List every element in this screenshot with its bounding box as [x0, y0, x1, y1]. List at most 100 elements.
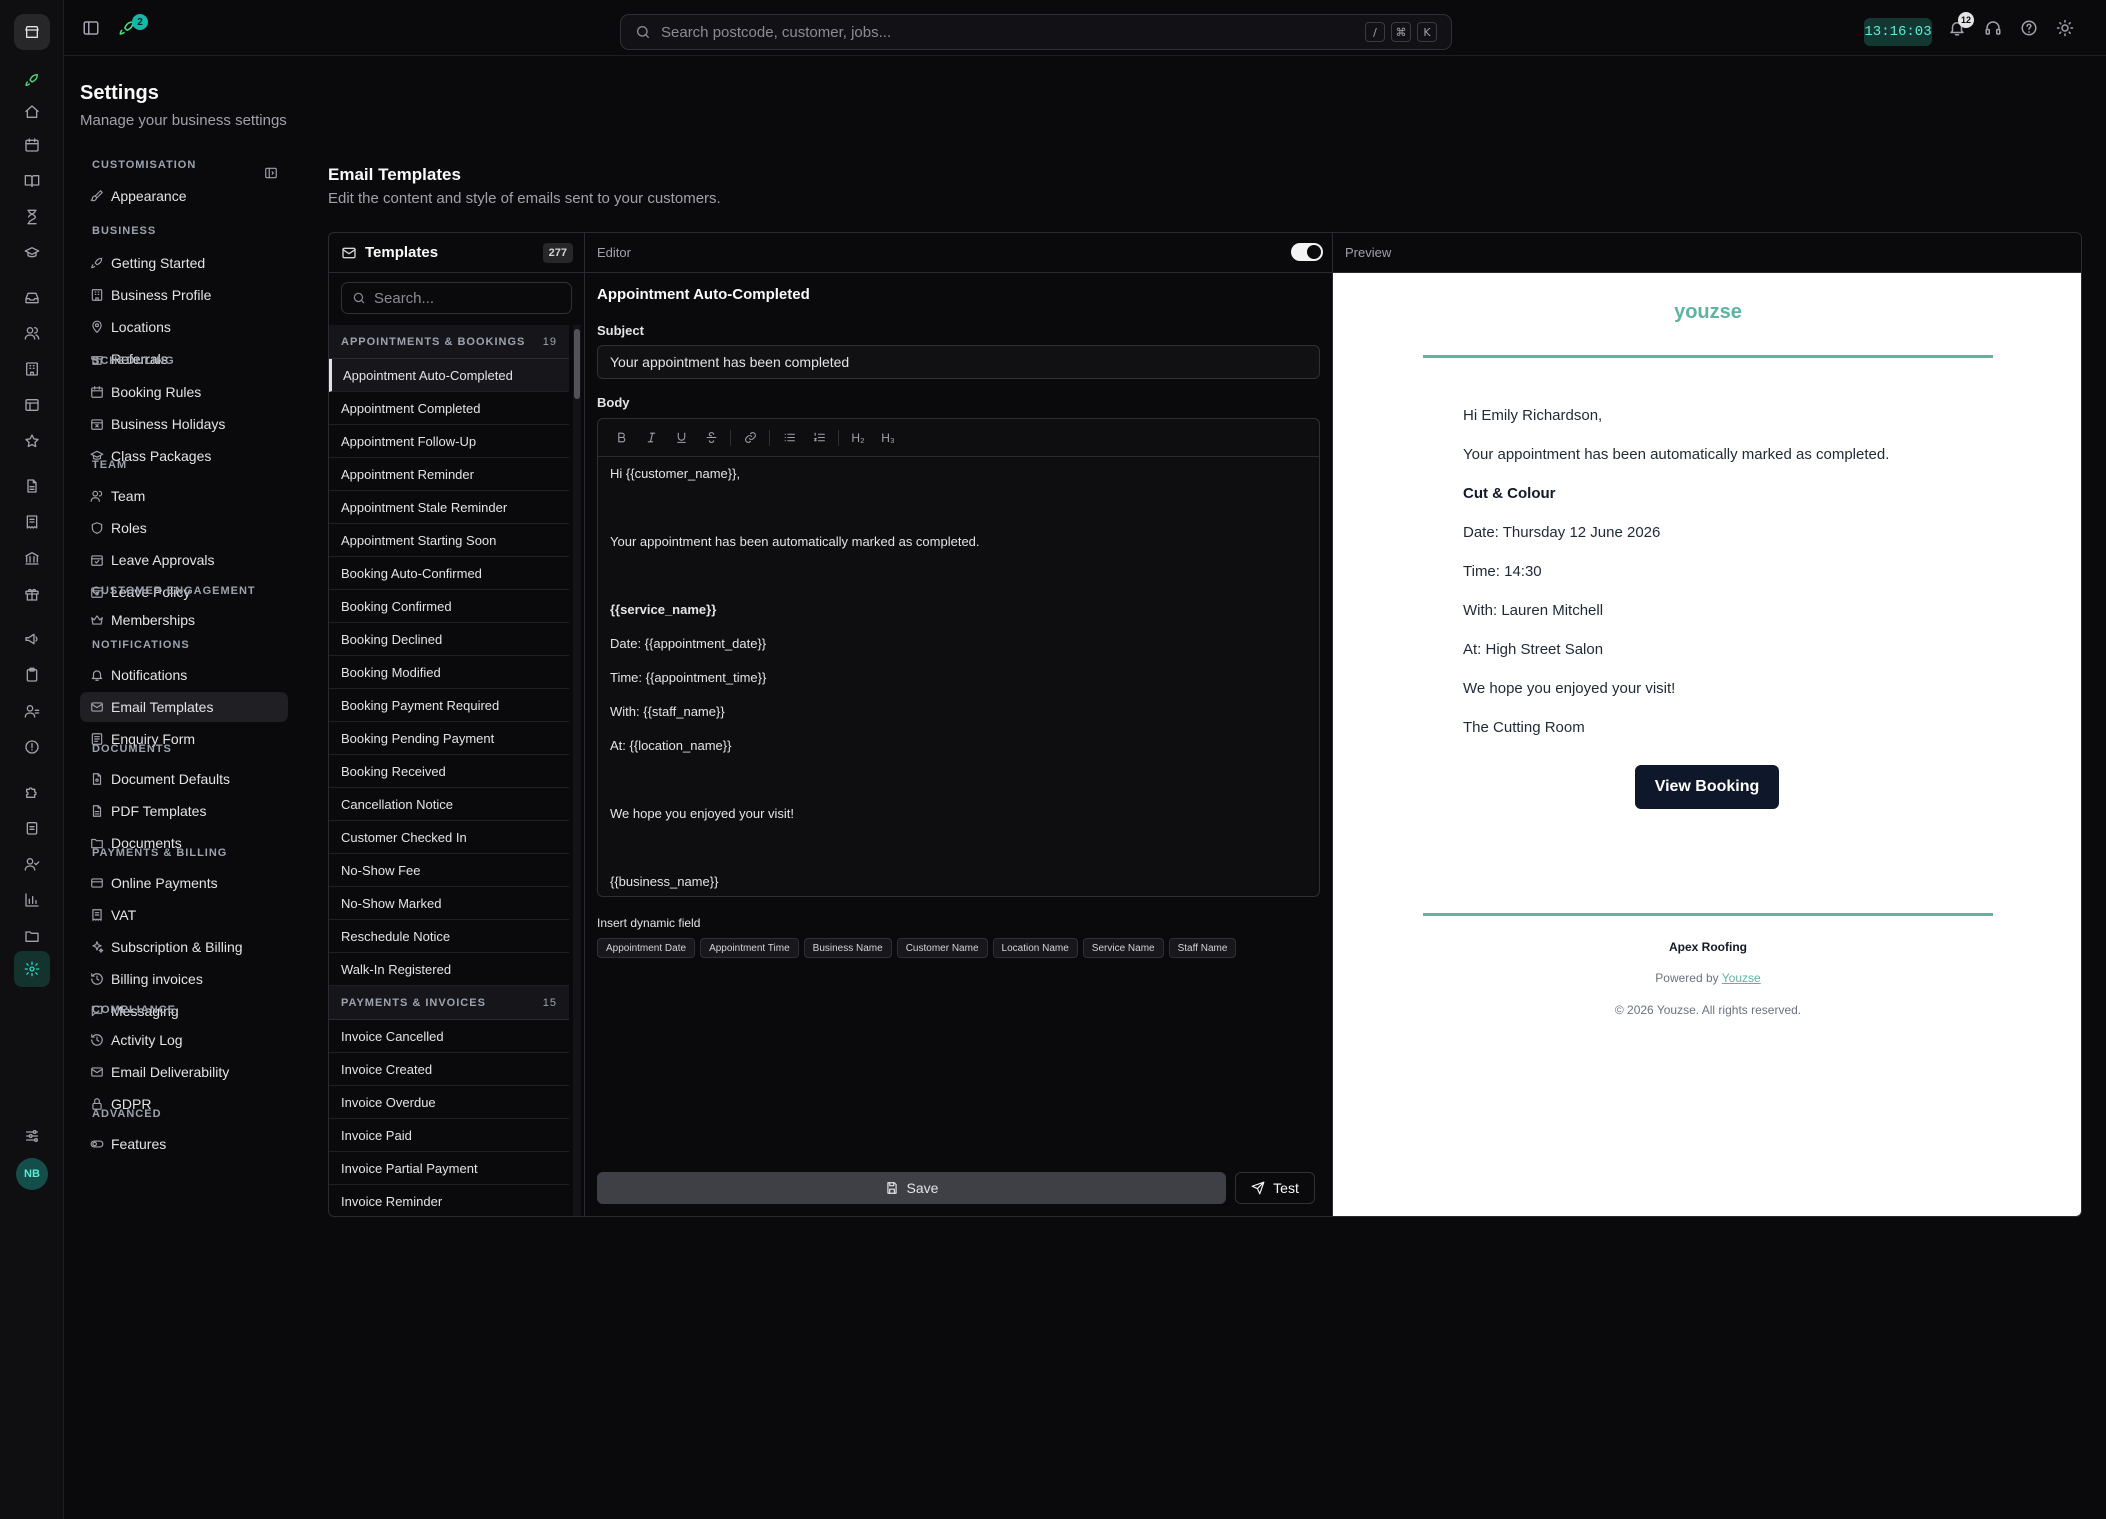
puzzle-icon[interactable] [21, 781, 43, 803]
template-list-item[interactable]: Appointment Follow-Up [329, 425, 569, 458]
gift-icon[interactable] [21, 583, 43, 605]
strikethrough-button[interactable] [696, 425, 726, 451]
bullet-list-button[interactable] [774, 425, 804, 451]
italic-button[interactable] [636, 425, 666, 451]
calendar-icon[interactable] [21, 134, 43, 156]
contacts-icon[interactable] [21, 700, 43, 722]
template-list-item[interactable]: Booking Received [329, 755, 569, 788]
nav-item-document-defaults[interactable]: Document Defaults [80, 764, 288, 794]
template-list-item[interactable]: Appointment Stale Reminder [329, 491, 569, 524]
nav-item-features[interactable]: Features [80, 1129, 288, 1159]
template-list-item[interactable]: Booking Declined [329, 623, 569, 656]
help-icon[interactable] [2020, 19, 2038, 37]
collapse-panel-icon[interactable] [264, 166, 278, 180]
nav-item-vat[interactable]: VAT [80, 900, 288, 930]
nav-item-pdf-templates[interactable]: PDF Templates [80, 796, 288, 826]
subject-input[interactable]: Your appointment has been completed [597, 345, 1320, 379]
nav-item-booking-rules[interactable]: Booking Rules [80, 377, 288, 407]
template-group-header[interactable]: PAYMENTS & INVOICES 15 [329, 986, 569, 1020]
home-icon[interactable] [21, 101, 43, 123]
store-logo-icon[interactable] [14, 14, 50, 50]
nav-item-business-profile[interactable]: Business Profile [80, 280, 288, 310]
dynamic-field-chip[interactable]: Location Name [992, 938, 1078, 958]
nav-item-getting-started[interactable]: Getting Started [80, 248, 288, 278]
sliders-icon[interactable] [21, 1125, 43, 1147]
template-list-item[interactable]: Appointment Starting Soon [329, 524, 569, 557]
save-button[interactable]: Save [597, 1172, 1226, 1204]
template-list-item[interactable]: Cancellation Notice [329, 788, 569, 821]
star-icon[interactable] [21, 430, 43, 452]
dynamic-field-chip[interactable]: Business Name [803, 938, 892, 958]
template-list-item[interactable]: No-Show Fee [329, 854, 569, 887]
nav-item-locations[interactable]: Locations [80, 312, 288, 342]
megaphone-icon[interactable] [21, 628, 43, 650]
body-editor[interactable]: H₂ H₃ Hi {{customer_name}}, Your appoint… [597, 418, 1320, 897]
template-list-item[interactable]: Appointment Reminder [329, 458, 569, 491]
graduation-cap-icon[interactable] [21, 242, 43, 264]
file-icon[interactable] [21, 475, 43, 497]
inbox-icon[interactable] [21, 287, 43, 309]
nav-item-subscription-billing[interactable]: Subscription & Billing [80, 932, 288, 962]
user-check-icon[interactable] [21, 853, 43, 875]
receipt-icon[interactable] [21, 511, 43, 533]
underline-button[interactable] [666, 425, 696, 451]
bank-icon[interactable] [21, 547, 43, 569]
template-list-item[interactable]: Invoice Partial Payment [329, 1152, 569, 1185]
nav-item-team[interactable]: Team [80, 481, 288, 511]
template-list-item[interactable]: Booking Pending Payment [329, 722, 569, 755]
template-search-input[interactable]: Search... [341, 282, 572, 314]
template-list-item[interactable]: No-Show Marked [329, 887, 569, 920]
scrollbar-thumb[interactable] [574, 329, 580, 399]
clipboard-icon[interactable] [21, 664, 43, 686]
nav-item-billing-invoices[interactable]: Billing invoices [80, 964, 288, 994]
nav-item-appearance[interactable]: Appearance [80, 181, 288, 211]
template-list-item[interactable]: Invoice Reminder [329, 1185, 569, 1216]
powered-by-link[interactable]: Youzse [1722, 971, 1761, 985]
hourglass-icon[interactable] [21, 206, 43, 228]
dynamic-field-chip[interactable]: Appointment Time [700, 938, 799, 958]
link-button[interactable] [735, 425, 765, 451]
building-icon[interactable] [21, 358, 43, 380]
nav-item-business-holidays[interactable]: Business Holidays [80, 409, 288, 439]
nav-item-activity-log[interactable]: Activity Log [80, 1025, 288, 1055]
dynamic-field-chip[interactable]: Appointment Date [597, 938, 696, 958]
rocket-icon[interactable] [21, 69, 43, 91]
theme-sun-icon[interactable] [2056, 19, 2074, 37]
template-list-item[interactable]: Appointment Auto-Completed [329, 359, 569, 392]
headset-icon[interactable] [1984, 19, 2002, 37]
nav-item-email-templates[interactable]: Email Templates [80, 692, 288, 722]
template-list-item[interactable]: Booking Payment Required [329, 689, 569, 722]
bar-chart-icon[interactable] [21, 889, 43, 911]
template-list-item[interactable]: Invoice Created [329, 1053, 569, 1086]
template-list-scrollbar[interactable] [573, 325, 581, 1216]
book-icon[interactable] [21, 170, 43, 192]
clipboard-list-icon[interactable] [21, 817, 43, 839]
template-list-item[interactable]: Booking Modified [329, 656, 569, 689]
nav-item-online-payments[interactable]: Online Payments [80, 868, 288, 898]
template-list-item[interactable]: Invoice Paid [329, 1119, 569, 1152]
view-booking-button[interactable]: View Booking [1635, 765, 1779, 809]
dynamic-field-chip[interactable]: Customer Name [896, 938, 988, 958]
table-icon[interactable] [21, 394, 43, 416]
preview-toggle[interactable] [1291, 243, 1323, 261]
users-icon[interactable] [21, 322, 43, 344]
folder-icon[interactable] [21, 925, 43, 947]
nav-item-leave-approvals[interactable]: Leave Approvals [80, 545, 288, 575]
template-list-item[interactable]: Customer Checked In [329, 821, 569, 854]
sidebar-toggle-icon[interactable] [82, 19, 100, 37]
nav-item-memberships[interactable]: Memberships [80, 605, 288, 635]
heading-3-button[interactable]: H₃ [873, 425, 903, 451]
template-list-item[interactable]: Reschedule Notice [329, 920, 569, 953]
template-list-item[interactable]: Booking Confirmed [329, 590, 569, 623]
template-list-item[interactable]: Appointment Completed [329, 392, 569, 425]
template-list-item[interactable]: Invoice Cancelled [329, 1020, 569, 1053]
nav-item-notifications[interactable]: Notifications [80, 660, 288, 690]
dynamic-field-chip[interactable]: Staff Name [1168, 938, 1237, 958]
heading-2-button[interactable]: H₂ [843, 425, 873, 451]
template-group-header[interactable]: APPOINTMENTS & BOOKINGS 19 [329, 325, 569, 359]
template-list-item[interactable]: Booking Auto-Confirmed [329, 557, 569, 590]
template-list-item[interactable]: Walk-In Registered [329, 953, 569, 986]
bold-button[interactable] [606, 425, 636, 451]
global-search[interactable]: Search postcode, customer, jobs... / ⌘ K [620, 14, 1452, 50]
nav-item-roles[interactable]: Roles [80, 513, 288, 543]
